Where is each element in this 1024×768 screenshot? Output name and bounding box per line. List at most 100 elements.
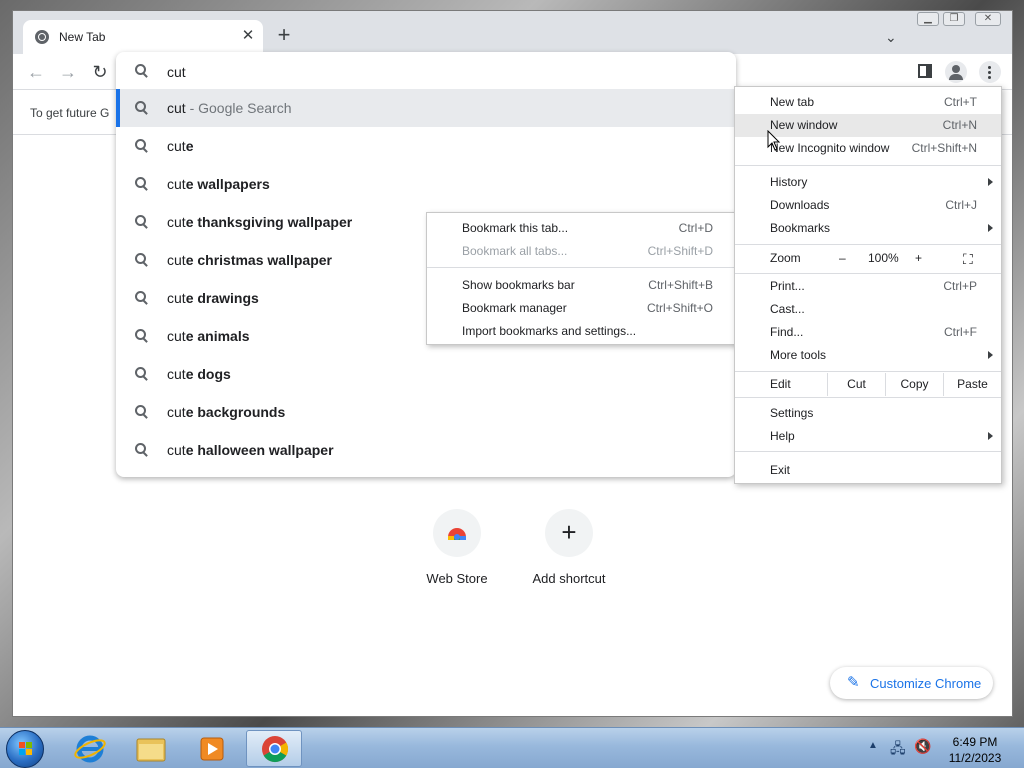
menu-item-show-bookmarks-bar[interactable]: Show bookmarks bar Ctrl+Shift+B (427, 274, 737, 297)
suggestion-item[interactable]: cute (116, 127, 736, 165)
menu-separator (735, 397, 1001, 398)
fullscreen-icon[interactable]: ⛶ (963, 251, 973, 268)
chrome-menu-icon[interactable] (979, 61, 1001, 83)
menu-item-settings[interactable]: Settings (735, 402, 1001, 425)
suggestion-extra: - Google Search (185, 100, 292, 116)
paste-button[interactable]: Paste (943, 373, 1001, 396)
suggestion-item[interactable]: cute backgrounds (116, 393, 736, 431)
suggestion-completion: e halloween wallpaper (185, 442, 334, 458)
zoom-in-button[interactable]: + (915, 251, 922, 265)
shortcut-web-store[interactable]: Web Store (402, 509, 512, 609)
menu-item-shortcut: Ctrl+F (944, 325, 977, 339)
menu-item-cast[interactable]: Cast... (735, 298, 1001, 321)
folder-icon (136, 738, 166, 762)
taskbar-internet-explorer[interactable] (62, 730, 118, 767)
tab-search-chevron-icon[interactable]: ⌄ (885, 29, 901, 45)
clock-date[interactable]: 11/2/2023 (940, 751, 1010, 765)
menu-item-more-tools[interactable]: More tools (735, 344, 1001, 367)
suggestion-typed: cut (167, 290, 186, 306)
omnibox[interactable]: cut (116, 52, 736, 90)
taskbar-media-player[interactable] (184, 730, 240, 767)
suggestion-text: cute backgrounds (167, 404, 285, 420)
add-shortcut-button[interactable]: + Add shortcut (514, 509, 624, 609)
omnibox-input[interactable]: cut (167, 64, 186, 80)
menu-item-label: Bookmark this tab... (462, 221, 569, 235)
submenu-arrow-icon (988, 224, 993, 232)
suggestion-completion: e backgrounds (185, 404, 286, 420)
taskbar-chrome[interactable] (246, 730, 302, 767)
taskbar: ▲ 🖧 🔇 6:49 PM 11/2/2023 (0, 727, 1024, 768)
clock-time[interactable]: 6:49 PM (940, 735, 1010, 749)
menu-item-history[interactable]: History (735, 171, 1001, 194)
menu-item-import-bookmarks[interactable]: Import bookmarks and settings... (427, 320, 737, 343)
suggestion-typed: cut (167, 366, 186, 382)
menu-item-print[interactable]: Print... Ctrl+P (735, 275, 1001, 298)
menu-item-label: Cast... (770, 302, 805, 316)
chrome-icon (262, 736, 289, 763)
new-tab-button[interactable]: + (273, 24, 295, 47)
info-bar-text: To get future G (30, 106, 110, 120)
side-panel-icon[interactable] (918, 64, 932, 78)
media-player-icon (200, 737, 224, 761)
zoom-out-button[interactable]: – (839, 251, 846, 265)
suggestion-text: cute dogs (167, 366, 231, 382)
menu-item-help[interactable]: Help (735, 425, 1001, 448)
suggestion-completion: e (185, 138, 194, 154)
suggestion-typed: cut (167, 442, 186, 458)
suggestion-item[interactable]: cute wallpapers (116, 165, 736, 203)
suggestion-text: cute halloween wallpaper (167, 442, 334, 458)
menu-item-new-tab[interactable]: New tab Ctrl+T (735, 91, 1001, 114)
suggestion-item[interactable]: cute halloween wallpaper (116, 431, 736, 469)
volume-muted-icon[interactable]: 🔇 (914, 738, 931, 755)
forward-arrow-icon[interactable]: → (58, 62, 78, 82)
restore-icon[interactable]: ❐ (943, 12, 965, 26)
customize-chrome-button[interactable]: ✎ Customize Chrome (830, 667, 993, 699)
suggestion-typed: cut (167, 176, 186, 192)
submenu-arrow-icon (988, 432, 993, 440)
suggestion-typed: cut (167, 214, 186, 230)
edit-label: Edit (770, 377, 791, 391)
menu-item-exit[interactable]: Exit (735, 459, 1001, 482)
suggestion-completion: e thanksgiving wallpaper (185, 214, 353, 230)
menu-item-label: Bookmarks (770, 221, 831, 235)
menu-item-bookmark-this-tab[interactable]: Bookmark this tab... Ctrl+D (427, 217, 737, 240)
shortcut-label: Add shortcut (532, 571, 606, 586)
tab-new-tab[interactable]: New Tab ✕ (23, 20, 263, 54)
menu-item-find[interactable]: Find... Ctrl+F (735, 321, 1001, 344)
menu-item-label: Find... (770, 325, 804, 339)
taskbar-file-explorer[interactable] (123, 730, 179, 767)
menu-item-bookmark-all-tabs[interactable]: Bookmark all tabs... Ctrl+Shift+D (427, 240, 737, 263)
search-icon (135, 177, 149, 191)
show-hidden-icons-icon[interactable]: ▲ (868, 740, 878, 751)
network-icon[interactable]: 🖧 (890, 738, 906, 762)
menu-item-label: Bookmark manager (462, 301, 567, 315)
search-icon (135, 101, 149, 115)
minimize-icon[interactable]: ▁ (917, 12, 939, 26)
start-button[interactable] (6, 730, 44, 768)
search-icon (135, 215, 149, 229)
suggestion-item[interactable]: cute dogs (116, 355, 736, 393)
menu-item-shortcut: Ctrl+J (945, 198, 977, 212)
menu-item-label: New tab (770, 95, 815, 109)
suggestion-typed: cut (167, 138, 186, 154)
search-icon (135, 367, 149, 381)
close-window-icon[interactable]: ✕ (975, 12, 1001, 26)
menu-item-label: Bookmark all tabs... (462, 244, 568, 258)
menu-item-bookmarks[interactable]: Bookmarks (735, 217, 1001, 240)
close-tab-icon[interactable]: ✕ (239, 27, 257, 45)
menu-item-label: Print... (770, 279, 805, 293)
cut-button[interactable]: Cut (827, 373, 885, 396)
suggestion-completion: e christmas wallpaper (185, 252, 332, 268)
copy-button[interactable]: Copy (885, 373, 943, 396)
reload-icon[interactable]: ↻ (90, 62, 110, 82)
menu-item-shortcut: Ctrl+N (942, 118, 977, 132)
zoom-level: 100% (868, 251, 899, 265)
profile-avatar-icon[interactable] (945, 61, 967, 83)
search-icon (135, 253, 149, 267)
back-arrow-icon[interactable]: ← (26, 62, 46, 82)
submenu-arrow-icon (988, 351, 993, 359)
menu-item-label: Import bookmarks and settings... (462, 324, 637, 338)
suggestion-item[interactable]: cut - Google Search (116, 89, 736, 127)
menu-item-downloads[interactable]: Downloads Ctrl+J (735, 194, 1001, 217)
menu-item-bookmark-manager[interactable]: Bookmark manager Ctrl+Shift+O (427, 297, 737, 320)
